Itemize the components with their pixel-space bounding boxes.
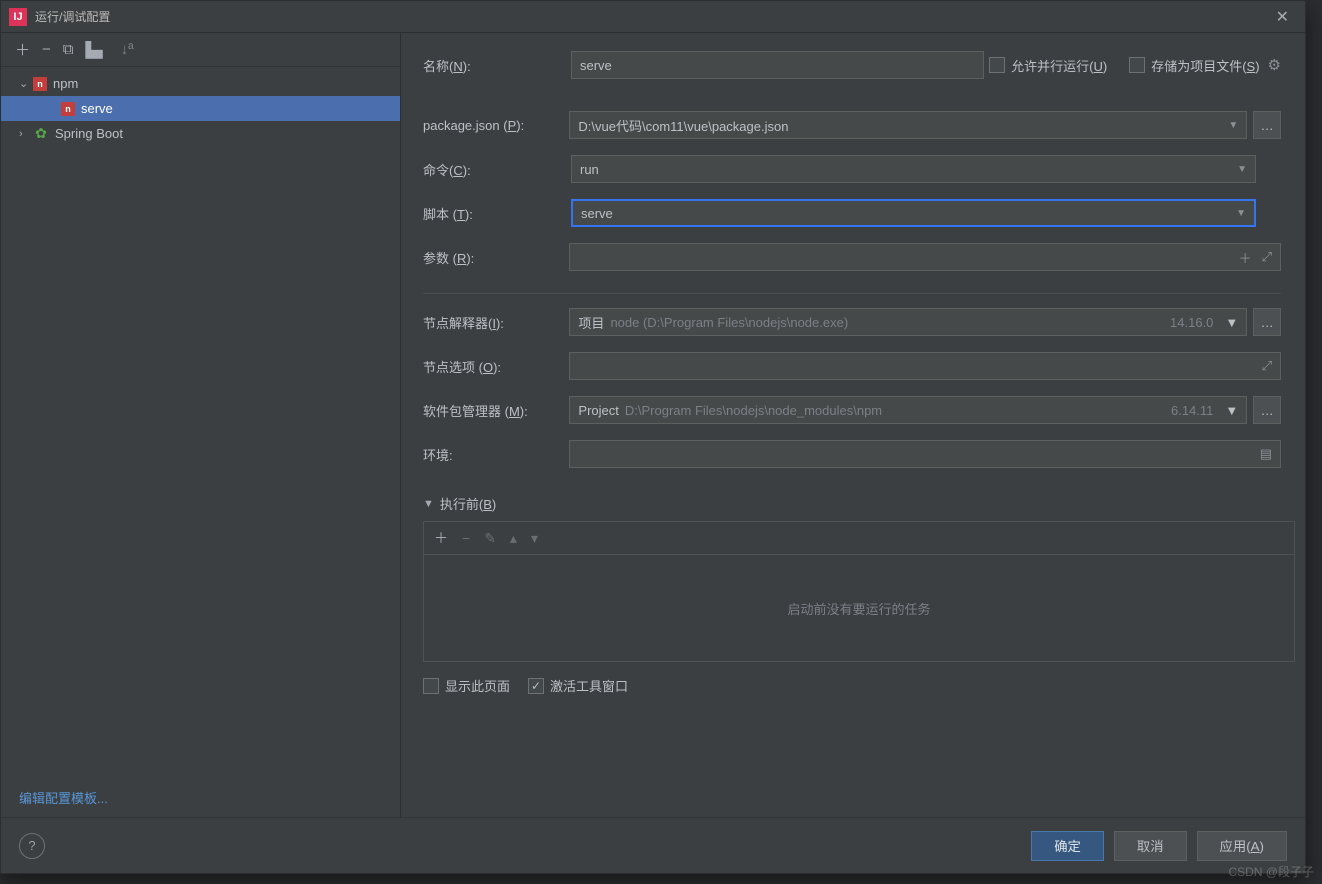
checkbox-label: 激活工具窗口 (550, 676, 628, 695)
interp-project: 项目 (578, 313, 604, 332)
chevron-down-icon: ▼ (1228, 120, 1238, 131)
checkbox-label: 允许并行运行(U) (1011, 56, 1107, 75)
chevron-down-icon: ⌄ (19, 77, 33, 90)
folder-icon[interactable]: ▙▖ (86, 41, 109, 59)
list-icon[interactable]: ▤ (1260, 446, 1272, 462)
remove-icon[interactable]: − (42, 41, 51, 58)
pkgmgr-version: 6.14.11 (1171, 403, 1213, 418)
edit-template-link[interactable]: 编辑配置模板... (1, 778, 400, 817)
package-json-label: package.json (P): (423, 118, 569, 133)
browse-button[interactable]: … (1253, 308, 1281, 336)
copy-icon[interactable]: ⧉ (63, 41, 74, 58)
node-opts-label: 节点选项 (O): (423, 357, 569, 376)
node-interpreter-select[interactable]: 项目 node (D:\Program Files\nodejs\node.ex… (569, 308, 1247, 336)
config-tree: ⌄ n npm n serve › ✿ Spring Boot (1, 67, 400, 778)
interp-path: node (D:\Program Files\nodejs\node.exe) (610, 315, 1164, 330)
before-run-title: 执行前(B) (440, 494, 496, 513)
add-icon[interactable]: ＋ (15, 39, 30, 60)
config-form: 名称(N): 允许并行运行(U) 存储为项目文件(S) ⚙ package.js… (401, 33, 1305, 817)
empty-text: 启动前没有要运行的任务 (787, 599, 930, 618)
chevron-down-icon: ▼ (423, 498, 434, 510)
interp-version: 14.16.0 (1170, 315, 1213, 330)
plus-icon[interactable]: ＋ (1239, 248, 1252, 267)
chevron-right-icon: › (19, 128, 33, 140)
pkgmgr-project: Project (578, 403, 618, 418)
divider (423, 293, 1281, 294)
select-value: serve (581, 206, 613, 221)
config-sidebar: ＋ − ⧉ ▙▖ ↓ª ⌄ n npm n serve › ✿ (1, 33, 401, 817)
tree-item-serve[interactable]: n serve (1, 96, 400, 121)
chevron-down-icon: ▼ (1225, 315, 1238, 330)
name-label: 名称(N): (423, 56, 571, 75)
app-logo: IJ (9, 8, 27, 26)
add-icon[interactable]: ＋ (434, 528, 448, 548)
npm-icon: n (33, 77, 47, 91)
tree-item-spring-boot[interactable]: › ✿ Spring Boot (1, 121, 400, 146)
dialog-title: 运行/调试配置 (35, 8, 1268, 25)
before-run-section: ▼ 执行前(B) ＋ − ✎ ▴ ▾ 启动前没有要运行的任务 显示此页面 (423, 494, 1281, 709)
tree-label: serve (81, 101, 113, 116)
checkbox-icon (528, 678, 544, 694)
before-run-toolbar: ＋ − ✎ ▴ ▾ (423, 521, 1295, 554)
select-value: D:\vue代码\com11\vue\package.json (578, 116, 788, 135)
env-input[interactable]: ▤ (569, 440, 1281, 468)
checkbox-label: 存储为项目文件(S) (1151, 56, 1259, 75)
name-input[interactable] (571, 51, 984, 79)
close-icon[interactable]: ✕ (1268, 3, 1297, 31)
checkbox-icon (423, 678, 439, 694)
activate-tool-checkbox[interactable]: 激活工具窗口 (528, 676, 628, 695)
remove-icon[interactable]: − (462, 530, 470, 546)
pkgmgr-path: D:\Program Files\nodejs\node_modules\npm (625, 403, 1165, 418)
titlebar: IJ 运行/调试配置 ✕ (1, 1, 1305, 33)
show-page-checkbox[interactable]: 显示此页面 (423, 676, 510, 695)
args-label: 参数 (R): (423, 248, 569, 267)
gear-icon[interactable]: ⚙ (1268, 56, 1281, 74)
args-input[interactable]: ＋ ⤢ (569, 243, 1281, 271)
pkg-manager-label: 软件包管理器 (M): (423, 401, 569, 420)
tree-label: npm (53, 76, 78, 91)
chevron-down-icon: ▼ (1225, 403, 1238, 418)
browse-button[interactable]: … (1253, 396, 1281, 424)
sidebar-toolbar: ＋ − ⧉ ▙▖ ↓ª (1, 33, 400, 67)
checkbox-icon (1129, 57, 1145, 73)
spring-icon: ✿ (33, 126, 49, 142)
tree-label: Spring Boot (55, 126, 123, 141)
tree-item-npm[interactable]: ⌄ n npm (1, 71, 400, 96)
browse-button[interactable]: … (1253, 111, 1281, 139)
checkbox-icon (989, 57, 1005, 73)
chevron-down-icon: ▼ (1237, 164, 1247, 175)
npm-icon: n (61, 102, 75, 116)
help-button[interactable]: ? (19, 833, 45, 859)
script-label: 脚本 (T): (423, 204, 571, 223)
ok-button[interactable]: 确定 (1031, 831, 1104, 861)
before-run-list: 启动前没有要运行的任务 (423, 554, 1295, 662)
script-select[interactable]: serve ▼ (571, 199, 1256, 227)
command-select[interactable]: run ▼ (571, 155, 1256, 183)
apply-button[interactable]: 应用(A) (1197, 831, 1287, 861)
main-area: ＋ − ⧉ ▙▖ ↓ª ⌄ n npm n serve › ✿ (1, 33, 1305, 817)
node-opts-input[interactable]: ⤢ (569, 352, 1281, 380)
expand-icon[interactable]: ⤢ (1262, 249, 1272, 265)
expand-icon[interactable]: ⤢ (1262, 358, 1272, 374)
pkg-manager-select[interactable]: Project D:\Program Files\nodejs\node_mod… (569, 396, 1247, 424)
run-debug-config-dialog: IJ 运行/调试配置 ✕ ＋ − ⧉ ▙▖ ↓ª ⌄ n npm n serve (0, 0, 1306, 874)
edit-icon[interactable]: ✎ (484, 530, 496, 547)
before-run-header[interactable]: ▼ 执行前(B) (423, 494, 1281, 513)
up-icon[interactable]: ▴ (510, 530, 517, 547)
sort-icon[interactable]: ↓ª (121, 41, 134, 58)
cancel-button[interactable]: 取消 (1114, 831, 1187, 861)
env-label: 环境: (423, 445, 569, 464)
allow-parallel-checkbox[interactable]: 允许并行运行(U) (989, 56, 1107, 75)
chevron-down-icon: ▼ (1236, 208, 1246, 219)
command-label: 命令(C): (423, 160, 571, 179)
checkbox-label: 显示此页面 (445, 676, 510, 695)
select-value: run (580, 162, 599, 177)
down-icon[interactable]: ▾ (531, 530, 538, 547)
store-project-checkbox[interactable]: 存储为项目文件(S) (1129, 56, 1259, 75)
interpreter-label: 节点解释器(I): (423, 313, 569, 332)
dialog-footer: ? 确定 取消 应用(A) (1, 817, 1305, 873)
package-json-select[interactable]: D:\vue代码\com11\vue\package.json ▼ (569, 111, 1247, 139)
watermark: CSDN @段子子 (1228, 863, 1314, 880)
